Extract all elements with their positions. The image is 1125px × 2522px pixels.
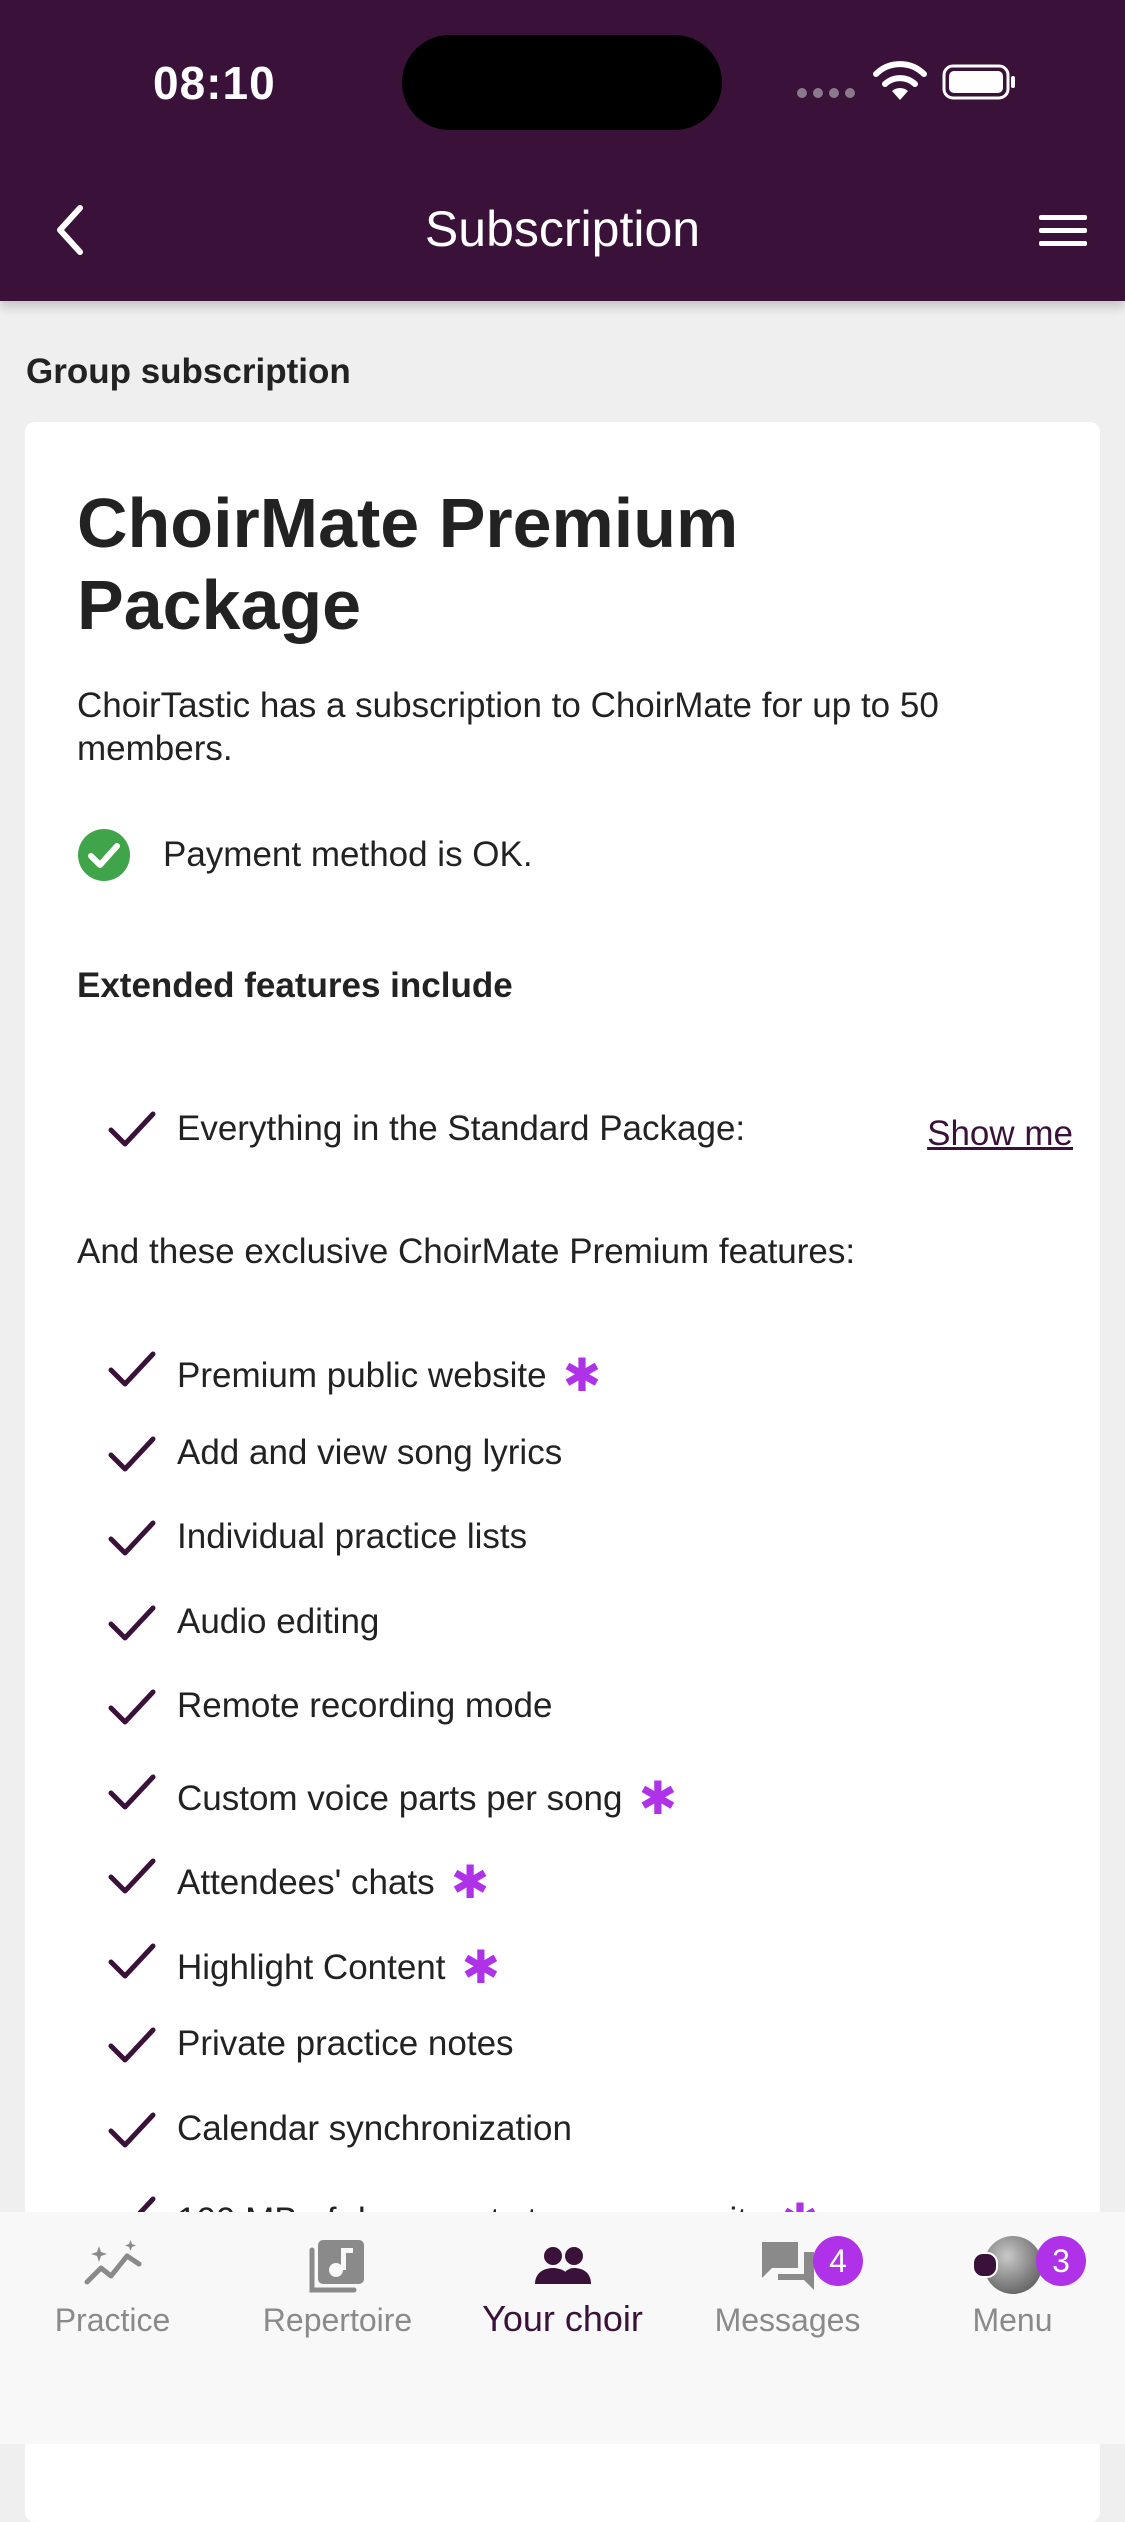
features-heading: Extended features include xyxy=(77,966,513,1005)
feature-item: Remote recording mode xyxy=(77,1678,1073,1763)
feature-item: Audio editing xyxy=(77,1594,1073,1679)
nav-label: Messages xyxy=(714,2302,861,2338)
checkmark-icon xyxy=(108,1436,156,1471)
standard-package-text: Everything in the Standard Package: xyxy=(177,1109,746,1148)
dynamic-island xyxy=(402,35,722,130)
page-title: Subscription xyxy=(424,201,701,257)
feature-text: Highlight Content ✱ xyxy=(177,1940,501,1993)
practice-icon xyxy=(84,2240,141,2285)
nav-item-repertoire[interactable]: Repertoire xyxy=(225,2212,450,2362)
messages-badge: 4 xyxy=(813,2236,863,2286)
package-title: ChoirMate Premium Package xyxy=(77,484,739,644)
nav-item-messages[interactable]: 4 Messages xyxy=(675,2212,900,2362)
feature-item: Custom voice parts per song ✱ xyxy=(77,1763,1073,1848)
feature-text: Premium public website ✱ xyxy=(177,1349,602,1401)
asterisk-icon: ✱ xyxy=(638,1771,678,1824)
wifi-icon xyxy=(873,61,927,100)
checkmark-icon xyxy=(108,1111,156,1147)
asterisk-icon: ✱ xyxy=(562,1349,602,1401)
feature-text: Audio editing xyxy=(177,1601,380,1641)
repertoire-icon xyxy=(309,2240,364,2293)
menu-overlay-icon xyxy=(972,2252,998,2278)
feature-item: Premium public website ✱ xyxy=(77,1340,1073,1425)
feature-item: Highlight Content ✱ xyxy=(77,1932,1073,2017)
subscription-card: ChoirMate Premium Package ChoirTastic ha… xyxy=(25,422,1100,2522)
nav-item-menu[interactable]: 3 Menu xyxy=(900,2212,1125,2362)
bottom-navigation: Practice Repertoire Your choir 4 Message… xyxy=(0,2212,1125,2444)
app-header: 08:10 Subscription xyxy=(0,0,1125,301)
feature-text: Remote recording mode xyxy=(177,1686,553,1725)
checkmark-icon xyxy=(108,1774,156,1809)
checkmark-icon xyxy=(108,1520,156,1556)
payment-status: Payment method is OK. xyxy=(77,828,533,882)
feature-text: Calendar synchronization xyxy=(177,2108,572,2148)
nav-label: Your choir xyxy=(482,2298,643,2339)
menu-badge: 3 xyxy=(1036,2236,1086,2286)
package-description: ChoirTastic has a subscription to ChoirM… xyxy=(77,686,939,768)
checkmark-icon xyxy=(108,1943,156,1978)
cellular-signal-icon xyxy=(797,88,855,98)
checkmark-icon xyxy=(108,2027,156,2063)
hamburger-menu-button[interactable] xyxy=(1037,211,1089,251)
feature-item: Private practice notes xyxy=(77,2016,1073,2101)
asterisk-icon: ✱ xyxy=(461,1940,501,1993)
chat-icon xyxy=(761,2242,814,2290)
feature-item: Add and view song lyrics xyxy=(77,1425,1073,1510)
people-icon xyxy=(534,2247,591,2284)
nav-label: Practice xyxy=(54,2302,171,2338)
payment-status-text: Payment method is OK. xyxy=(163,835,533,874)
checkmark-icon xyxy=(108,1605,156,1640)
asterisk-icon: ✱ xyxy=(450,1856,490,1908)
checkmark-icon xyxy=(108,1858,156,1894)
feature-text: Private practice notes xyxy=(177,2024,514,2063)
nav-label: Repertoire xyxy=(262,2302,413,2338)
feature-text: Custom voice parts per song ✱ xyxy=(177,1771,678,1824)
checkmark-icon xyxy=(108,2112,156,2147)
nav-label: Menu xyxy=(972,2302,1053,2338)
battery-icon xyxy=(942,64,1015,100)
section-label: Group subscription xyxy=(26,352,351,391)
status-time: 08:10 xyxy=(153,57,276,109)
exclusive-features-label: And these exclusive ChoirMate Premium fe… xyxy=(77,1232,856,1271)
checkmark-icon xyxy=(108,1351,156,1387)
feature-item: Attendees' chats ✱ xyxy=(77,1847,1073,1932)
standard-package-item: Everything in the Standard Package: Show… xyxy=(77,1100,1073,1160)
feature-text: Attendees' chats ✱ xyxy=(177,1856,490,1908)
feature-item: Individual practice lists xyxy=(77,1509,1073,1594)
checkmark-icon xyxy=(108,1689,156,1725)
feature-item: Calendar synchronization xyxy=(77,2101,1073,2186)
nav-item-practice[interactable]: Practice xyxy=(0,2212,225,2362)
feature-text: Add and view song lyrics xyxy=(177,1432,563,1472)
nav-item-your-choir[interactable]: Your choir xyxy=(450,2212,675,2362)
feature-list: Premium public website ✱ Add and view son… xyxy=(77,1340,1073,2270)
check-circle-icon xyxy=(78,829,130,881)
show-me-link[interactable]: Show me xyxy=(927,1114,1073,1154)
feature-text: Individual practice lists xyxy=(177,1517,528,1556)
